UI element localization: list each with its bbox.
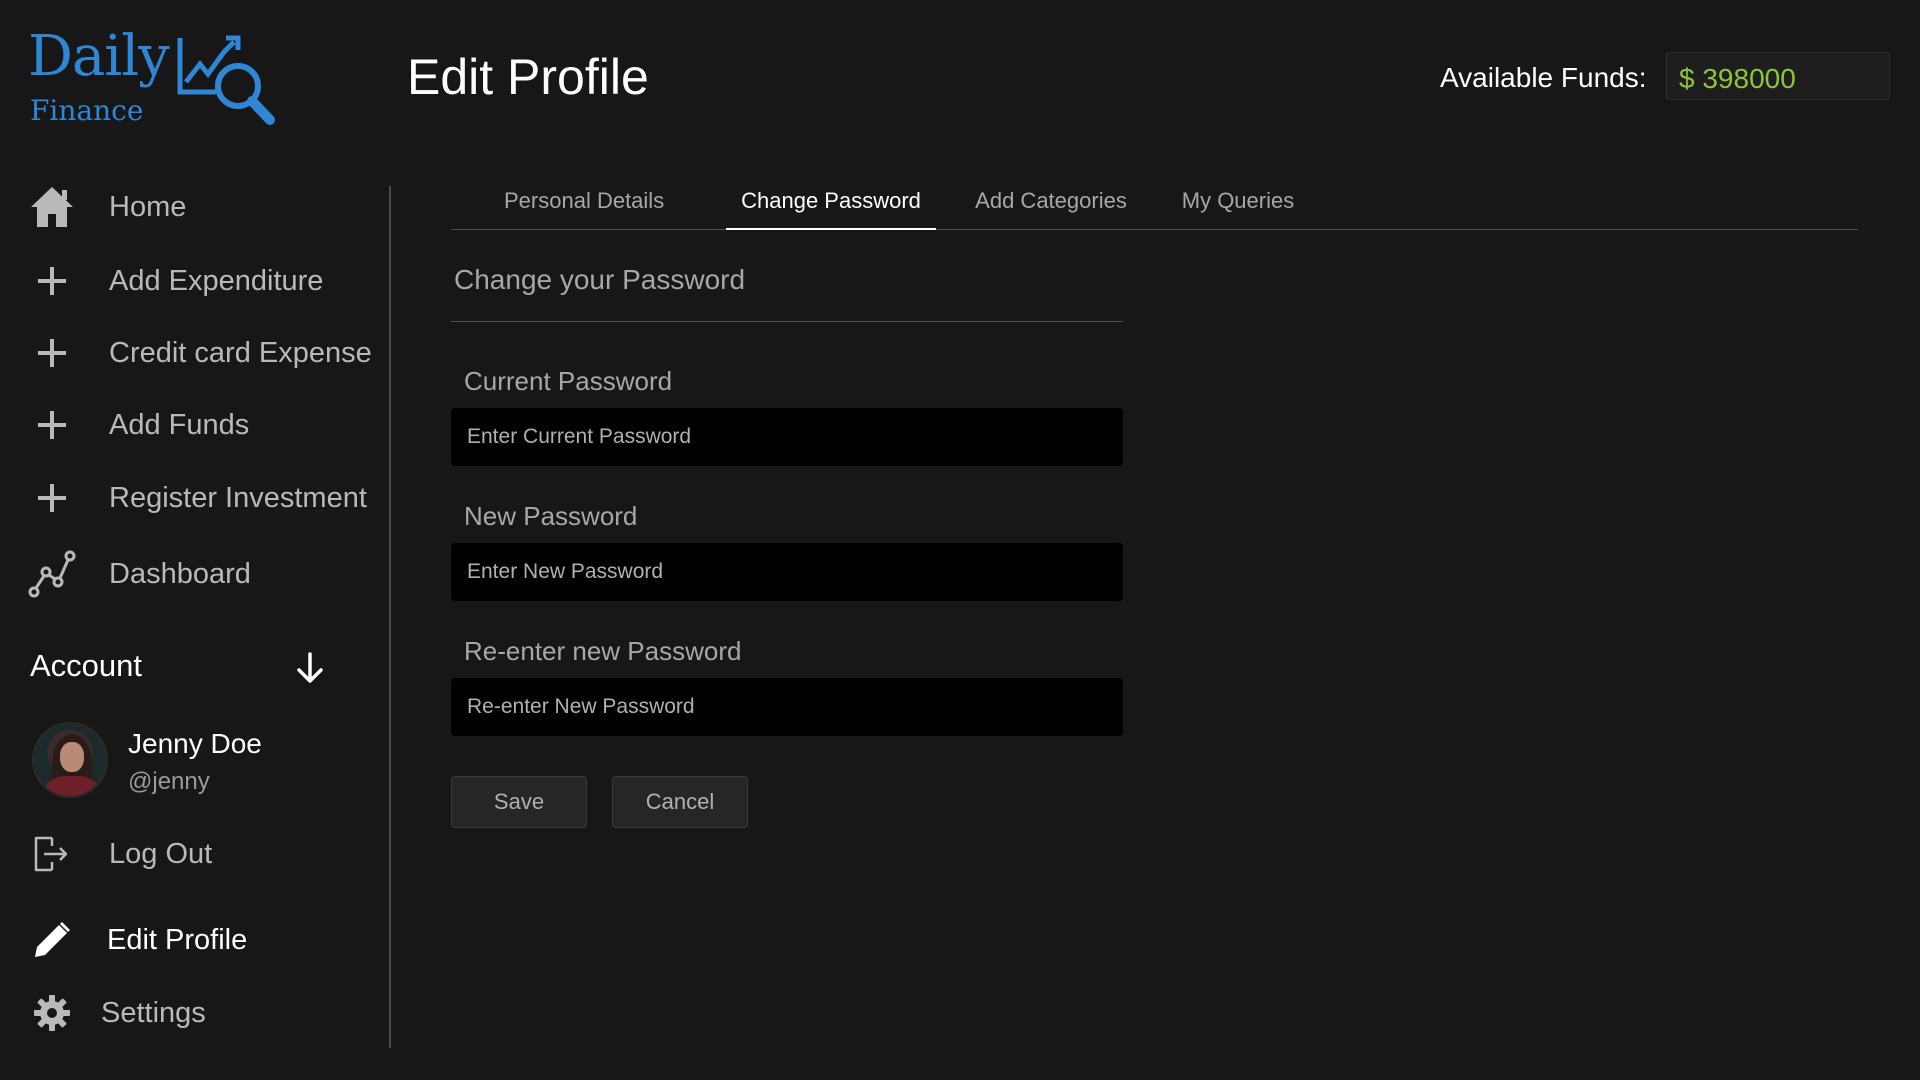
user-handle: @jenny — [128, 768, 210, 795]
sidebar-item-label: Settings — [101, 996, 206, 1029]
available-funds-label: Available Funds: — [1440, 62, 1647, 93]
tab-my-queries[interactable]: My Queries — [1173, 176, 1303, 230]
confirm-password-input[interactable] — [451, 678, 1123, 736]
sidebar-item-home[interactable]: Home — [28, 182, 186, 232]
sidebar-item-add-expenditure[interactable]: Add Expenditure — [28, 256, 323, 306]
sidebar-item-log-out[interactable]: Log Out — [28, 829, 212, 879]
sidebar-item-label: Add Funds — [109, 408, 250, 441]
pencil-icon — [28, 916, 76, 964]
form-title: Change your Password — [454, 264, 746, 295]
sidebar-item-dashboard[interactable]: Dashboard — [28, 549, 251, 599]
gear-icon — [28, 989, 76, 1037]
app-root: Daily Finance Edit Profile Available Fun… — [0, 0, 1920, 1080]
sidebar-item-register-investment[interactable]: Register Investment — [28, 473, 367, 523]
sidebar-item-label: Log Out — [109, 837, 213, 870]
save-button[interactable]: Save — [451, 776, 587, 828]
logout-icon — [28, 830, 76, 878]
tab-add-categories[interactable]: Add Categories — [961, 176, 1141, 230]
sidebar-item-add-funds[interactable]: Add Funds — [28, 400, 249, 450]
sidebar-item-label: Register Investment — [109, 481, 367, 514]
current-password-input[interactable] — [451, 408, 1123, 466]
tab-personal-details[interactable]: Personal Details — [504, 176, 664, 230]
profile-tabs: Personal Details Change Password Add Cat… — [451, 176, 1858, 230]
sidebar-item-label: Edit Profile — [107, 923, 248, 956]
account-heading: Account — [30, 648, 143, 683]
arrow-down-icon[interactable] — [292, 650, 328, 686]
sidebar-item-label: Dashboard — [109, 557, 251, 590]
avatar — [32, 722, 108, 798]
sidebar-item-edit-profile[interactable]: Edit Profile — [28, 915, 247, 965]
new-password-input[interactable] — [451, 543, 1123, 601]
confirm-password-label: Re-enter new Password — [464, 636, 742, 666]
tab-change-password[interactable]: Change Password — [726, 176, 936, 230]
sidebar-item-label: Credit card Expense — [109, 336, 372, 369]
sidebar-divider — [389, 186, 391, 1048]
current-password-label: Current Password — [464, 366, 673, 396]
sidebar-item-label: Add Expenditure — [109, 264, 324, 297]
plus-icon — [28, 474, 76, 522]
sidebar: Home Add Expenditure Credit card Expense… — [0, 0, 390, 1080]
plus-icon — [28, 329, 76, 377]
user-name: Jenny Doe — [128, 728, 262, 759]
sidebar-item-settings[interactable]: Settings — [28, 988, 206, 1038]
new-password-label: New Password — [464, 501, 638, 531]
sidebar-item-credit-card-expense[interactable]: Credit card Expense — [28, 328, 372, 378]
cancel-button[interactable]: Cancel — [612, 776, 748, 828]
page-title: Edit Profile — [407, 49, 649, 105]
plus-icon — [28, 401, 76, 449]
form-divider — [451, 321, 1123, 322]
home-icon — [28, 183, 76, 231]
plus-icon — [28, 257, 76, 305]
available-funds-value: $ 398000 — [1666, 52, 1890, 100]
sidebar-item-label: Home — [109, 190, 187, 223]
line-chart-icon — [28, 550, 76, 598]
